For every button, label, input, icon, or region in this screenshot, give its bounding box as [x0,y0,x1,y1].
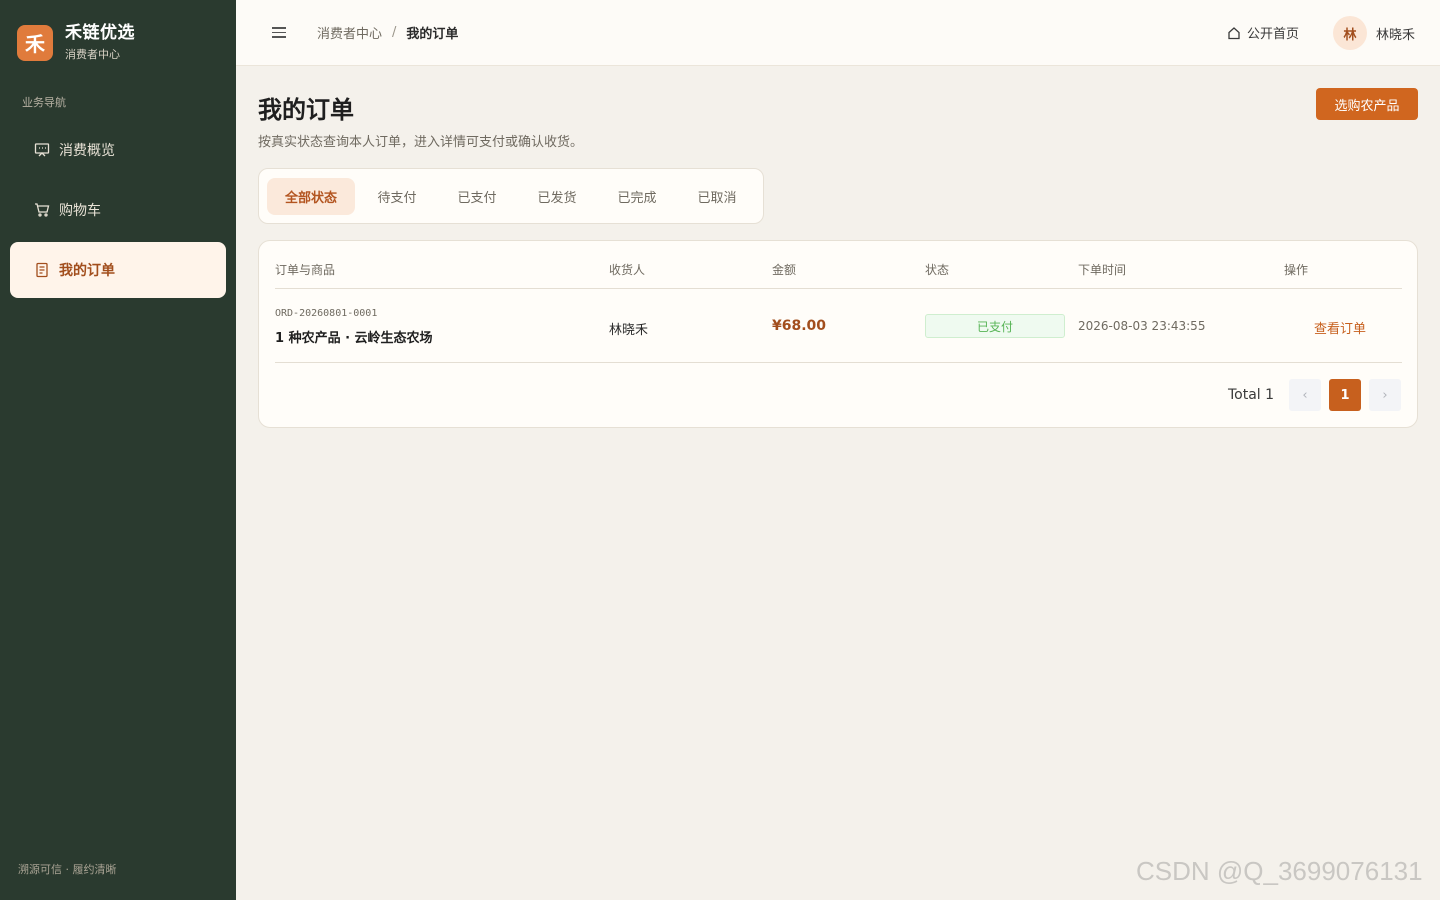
column-header-status: 状态 [925,263,950,277]
page-button-1[interactable]: 1 [1329,379,1361,411]
sidebar-item-label: 消费概览 [59,143,115,159]
order-time: 2026-08-03 23:43:55 [1078,319,1206,333]
breadcrumb: 消费者中心 / 我的订单 [317,23,458,42]
avatar[interactable]: 林 [1333,16,1367,50]
sidebar-item-label: 购物车 [59,203,101,219]
watermark: CSDN @Q_3699076131 [1136,856,1423,886]
cart-icon [34,202,50,218]
column-header-action: 操作 [1284,263,1309,277]
top-header: 消费者中心 / 我的订单 公开首页 林 林晓禾 [236,0,1440,66]
prev-page-button[interactable]: ‹ [1289,379,1321,411]
order-products: 1 种农产品 · 云岭生态农场 [275,331,433,346]
sidebar-footer: 溯源可信 · 履约清晰 [18,863,117,876]
status-tabs: 全部状态 待支付 已支付 已发货 已完成 已取消 [258,168,764,224]
tab-pending-payment[interactable]: 待支付 [357,178,437,215]
breadcrumb-item-current: 我的订单 [406,27,459,42]
sidebar: 禾 禾链优选 消费者中心 业务导航 消费概览 购物车 我的订单 溯源可信 · 履… [0,0,236,900]
column-header-receiver: 收货人 [609,263,646,277]
home-icon [1227,26,1241,40]
order-amount: ¥68.00 [772,318,827,334]
brand-logo: 禾 [17,24,53,61]
chevron-right-icon: › [1382,387,1388,403]
sidebar-item-overview[interactable]: 消费概览 [10,122,226,178]
breadcrumb-item-consumer-center[interactable]: 消费者中心 [317,23,382,42]
column-header-amount: 金额 [772,263,797,277]
user-name[interactable]: 林晓禾 [1376,24,1415,43]
document-icon [34,262,50,278]
view-order-link[interactable]: 查看订单 [1314,318,1366,337]
breadcrumb-separator: / [392,25,397,40]
brand-subtitle: 消费者中心 [65,48,120,61]
presentation-icon [34,142,50,158]
column-header-order: 订单与商品 [275,263,336,277]
pagination-total: Total 1 [1228,387,1275,403]
orders-table-card: 订单与商品 收货人 金额 状态 下单时间 操作 ORD-20260801-000… [258,240,1418,428]
tab-all[interactable]: 全部状态 [267,178,355,215]
tab-completed[interactable]: 已完成 [597,178,677,215]
nav-section-label: 业务导航 [22,96,66,109]
brand-text: 禾链优选 消费者中心 [65,23,135,62]
sidebar-item-orders[interactable]: 我的订单 [10,242,226,298]
chevron-left-icon: ‹ [1302,387,1308,403]
menu-toggle-icon[interactable] [272,24,286,42]
page-title: 我的订单 [258,96,354,124]
brand-name: 禾链优选 [65,23,135,43]
sidebar-item-label: 我的订单 [59,263,115,279]
status-badge: 已支付 [925,314,1065,338]
sidebar-item-cart[interactable]: 购物车 [10,182,226,238]
public-home-link[interactable]: 公开首页 [1227,23,1299,42]
row-divider [275,362,1402,363]
brand[interactable]: 禾 禾链优选 消费者中心 [17,23,135,62]
order-number: ORD-20260801-0001 [275,308,378,319]
public-home-label: 公开首页 [1247,27,1300,42]
column-header-time: 下单时间 [1078,263,1127,277]
tab-shipped[interactable]: 已发货 [517,178,597,215]
page-description: 按真实状态查询本人订单，进入详情可支付或确认收货。 [258,135,584,150]
order-receiver: 林晓禾 [609,323,649,338]
next-page-button[interactable]: › [1369,379,1401,411]
header-divider [275,288,1402,289]
tab-cancelled[interactable]: 已取消 [677,178,757,215]
tab-paid[interactable]: 已支付 [437,178,517,215]
shop-products-button[interactable]: 选购农产品 [1316,88,1418,120]
